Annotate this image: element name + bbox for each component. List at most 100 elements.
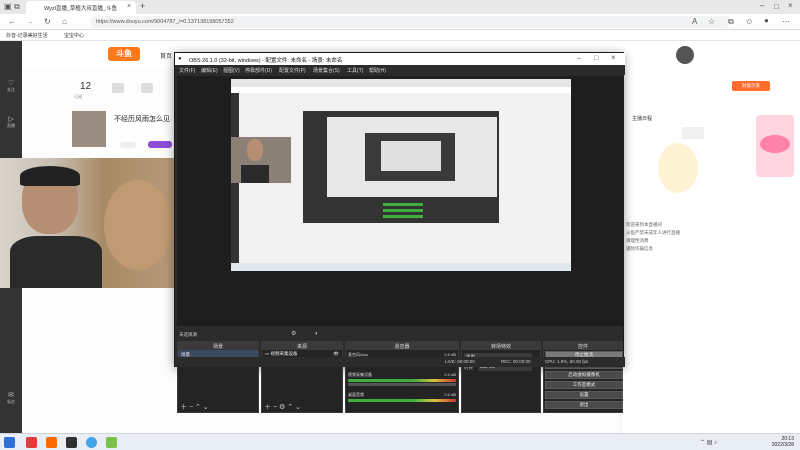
controls-dock-title: 控件: [544, 342, 622, 350]
exit-button[interactable]: 退出: [545, 401, 623, 409]
source-dock-controls[interactable]: ＋ − ⚙ ⌃ ⌄: [264, 402, 301, 412]
obs-titlebar: ● OBS 26.1.0 (32-bit, windows) - 配置文件: 未…: [175, 53, 625, 65]
mixer-dock-title: 混音器: [346, 342, 458, 350]
scene-dock-controls[interactable]: ＋ − ⌃ ⌄: [180, 402, 209, 412]
menu-profile[interactable]: 配置文件(P): [279, 67, 306, 74]
back-icon[interactable]: ←: [8, 18, 16, 26]
stat-label-subscribe: 订阅: [74, 94, 82, 99]
chat-line: 斗鱼严禁未成年人进行直播: [626, 230, 680, 235]
transitions-dock: 转场特效 淡出 时长 300 ms: [461, 341, 541, 413]
streamer-thumbnail[interactable]: [72, 111, 106, 147]
plush-toy: [104, 180, 172, 270]
right-chat-panel: 财富示爱 主播日程 欢迎来到本直播间 斗鱼严禁未成年人进行直播 请理性消费 谨防…: [622, 69, 800, 433]
properties-icon[interactable]: ⚙: [291, 330, 296, 338]
menu-file[interactable]: 文件(F): [179, 67, 195, 74]
app-douyu-icon[interactable]: [46, 437, 57, 448]
scenes-dock-title: 场景: [178, 342, 258, 350]
obs-minimize-icon[interactable]: –: [577, 55, 581, 63]
close-window-icon[interactable]: ×: [788, 2, 793, 10]
tab-douyu[interactable]: Wyzl直播_草植大叔直播_斗鱼: [26, 1, 136, 14]
right-tab-schedule[interactable]: 主播日程: [632, 115, 652, 122]
scenes-dock: 场景 场景 ＋ − ⌃ ⌄: [177, 341, 259, 413]
person-shirt: [10, 236, 102, 288]
follow-button[interactable]: [148, 141, 172, 148]
rec-timer: REC: 00:00:00: [501, 359, 531, 364]
share-icon[interactable]: [112, 83, 124, 93]
right-tab-fans[interactable]: [682, 127, 704, 139]
forward-icon[interactable]: →: [26, 18, 34, 26]
menu-edit[interactable]: 编辑(E): [201, 67, 218, 74]
volume-slider[interactable]: [348, 383, 456, 386]
studio-mode-button[interactable]: 工作室模式: [545, 381, 623, 389]
new-tab-icon[interactable]: +: [140, 2, 145, 11]
obs-title-text: OBS 26.1.0 (32-bit, windows) - 配置文件: 未命名…: [189, 58, 343, 64]
maximize-icon[interactable]: □: [774, 3, 779, 11]
sources-dock-title: 来源: [262, 342, 342, 350]
obs-preview-canvas[interactable]: [177, 76, 623, 326]
menu-help[interactable]: 帮助(H): [369, 67, 386, 74]
nav-message[interactable]: ✉ 私信: [2, 391, 20, 405]
mixer-level: 0.0 dB: [444, 372, 456, 377]
home-icon[interactable]: ⌂: [62, 18, 67, 26]
follower-count: 12: [80, 81, 92, 92]
start-virtual-camera-button[interactable]: 启动虚拟摄像机: [545, 371, 623, 379]
wealth-badge[interactable]: 财富示爱: [732, 81, 770, 91]
favorites-icon[interactable]: ✩: [746, 18, 753, 26]
preview-webcam: [231, 137, 291, 183]
more-menu-icon[interactable]: ⋯: [782, 18, 790, 26]
app-edge-icon[interactable]: [86, 437, 97, 448]
valentine-promo-banner[interactable]: [756, 115, 794, 177]
nav-live[interactable]: ▷ 直播: [2, 115, 20, 129]
tag-chip[interactable]: [120, 142, 136, 148]
chat-line: 欢迎来到本直播间: [626, 222, 662, 227]
menu-scene-collection[interactable]: 场景集合(S): [313, 67, 340, 74]
refresh-icon[interactable]: ↻: [44, 18, 51, 26]
app-wechat-icon[interactable]: [106, 437, 117, 448]
chat-line: 请理性消费: [626, 238, 649, 243]
minimize-icon[interactable]: –: [760, 2, 764, 10]
obs-maximize-icon[interactable]: □: [594, 55, 598, 63]
transitions-dock-title: 转场特效: [462, 342, 540, 350]
site-logo[interactable]: 斗鱼: [108, 47, 140, 61]
no-source-label: 未选择源: [179, 332, 197, 337]
obs-status-bar: LIVE: 00:00:00 REC: 00:00:00 CPU: 1.9%, …: [175, 357, 625, 367]
nav-follow[interactable]: ♡ 关注: [2, 79, 20, 93]
tray-icons[interactable]: ⌃ ▤ ♪: [700, 439, 717, 446]
bookmark-baby-center[interactable]: 宝宝中心: [64, 32, 84, 39]
bookmark-douyin[interactable]: 抖音-记录美好生活: [6, 32, 48, 39]
report-icon[interactable]: [141, 83, 153, 93]
mixer-channel-name: 视频采集设备: [348, 372, 372, 377]
menu-view[interactable]: 视图(V): [223, 67, 240, 74]
tab-title: Wyzl直播_草植大叔直播_斗鱼: [44, 6, 117, 12]
app-360-icon[interactable]: [26, 437, 37, 448]
audio-mixer-dock: 混音器 麦克风/Aux 0.0 dB 视频采集设备 0.0 dB 桌面音频 0.…: [345, 341, 459, 413]
filters-icon[interactable]: ◐: [315, 330, 319, 338]
preview-nested-obs: [303, 111, 499, 223]
menu-docks[interactable]: 停靠部件(D): [245, 67, 272, 74]
close-tab-icon[interactable]: ×: [127, 3, 131, 11]
nav-home[interactable]: 首页: [160, 51, 172, 60]
favorite-star-icon[interactable]: ☆: [708, 18, 715, 26]
mixer-level: 0.0 dB: [444, 392, 456, 397]
profile-avatar-icon[interactable]: ●: [764, 17, 769, 25]
system-clock[interactable]: 20:13 2022/3/28: [772, 436, 794, 448]
start-menu-icon[interactable]: [4, 437, 15, 448]
extensions-icon[interactable]: ⧉: [728, 18, 734, 26]
menu-tools[interactable]: 工具(T): [347, 67, 363, 74]
browser-menu-icon[interactable]: ▣: [4, 3, 12, 11]
obs-logo-icon: ●: [178, 56, 182, 62]
cpu-fps: CPU: 1.9%, 60.00 fps: [545, 359, 589, 364]
volume-meter: [348, 379, 456, 382]
source-item-label: 视频采集设备: [270, 351, 298, 356]
user-avatar[interactable]: [676, 46, 694, 64]
bookmarks-bar: 抖音-记录美好生活 宝宝中心: [0, 30, 800, 41]
settings-button[interactable]: 设置: [545, 391, 623, 399]
browser-tab-bar: ▣ ⧉ Wyzl直播_草植大叔直播_斗鱼 × + – □ ×: [0, 0, 800, 14]
read-aloud-icon[interactable]: A: [692, 18, 697, 26]
obs-close-icon[interactable]: ×: [611, 54, 616, 62]
obs-window: ● OBS 26.1.0 (32-bit, windows) - 配置文件: 未…: [174, 52, 625, 413]
obs-menubar: 文件(F) 编辑(E) 视图(V) 停靠部件(D) 配置文件(P) 场景集合(S…: [175, 65, 625, 75]
url-field[interactable]: https://www.douyu.com/9004787_/=0.137138…: [90, 16, 730, 28]
app-obs-icon[interactable]: [66, 437, 77, 448]
tab-list-icon[interactable]: ⧉: [14, 3, 20, 11]
